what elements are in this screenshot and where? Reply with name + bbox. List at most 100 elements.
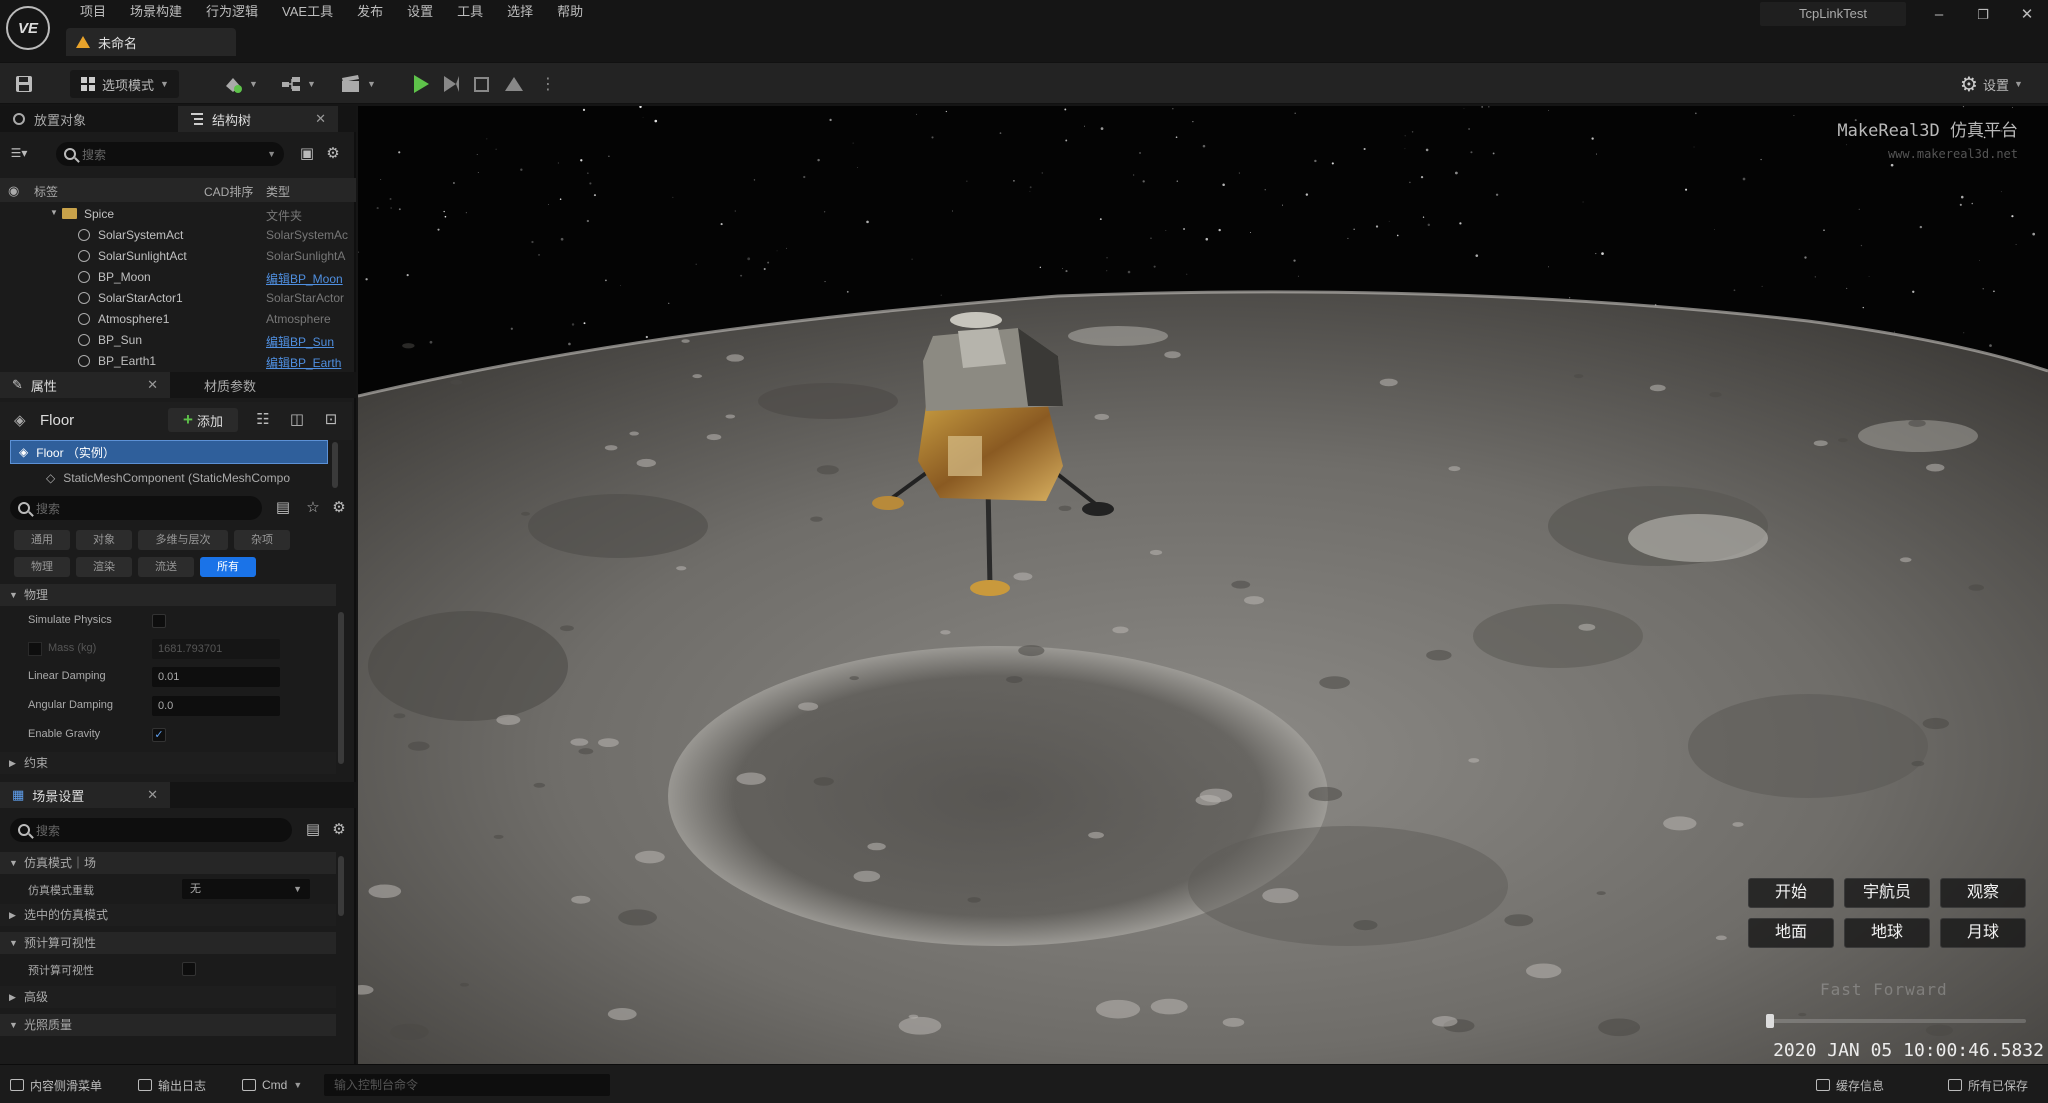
3d-viewport[interactable]: MakeReal3D 仿真平台 www.makereal3d.net 开始 宇航… [358,106,2048,1064]
play-button[interactable] [414,70,429,98]
outliner-row[interactable]: SolarSunlightAct SolarSunlightA [0,246,352,266]
ground-view-button[interactable]: 地面 [1748,918,1834,948]
plugin-label[interactable]: TcpLinkTest [1760,2,1906,26]
expand-arrow-icon[interactable]: ▼ [50,208,58,217]
gear-icon[interactable]: ⚙ [330,499,348,517]
content-drawer-button[interactable]: 内容侧滑菜单 [10,1075,102,1095]
enable-gravity-checkbox[interactable]: ✓ [152,728,166,742]
tab-world-settings[interactable]: ▦ 场景设置 ✕ [0,782,170,808]
filter-misc[interactable]: 杂项 [234,530,290,550]
lock-icon[interactable]: ⊡ [322,411,340,429]
save-status-button[interactable]: 所有已保存 [1948,1075,2028,1095]
world-settings-scrollbar[interactable] [338,856,344,916]
more-options-button[interactable]: ⋮ [540,70,556,98]
earth-view-button[interactable]: 地球 [1844,918,1930,948]
cmd-dropdown[interactable]: Cmd ▼ [242,1075,302,1095]
outliner-row[interactable]: BP_Moon 编辑BP_Moon [0,267,352,287]
cinematics-button[interactable]: ▼ [340,70,376,98]
filter-icon[interactable]: ☰▾ [10,144,28,162]
menu-select[interactable]: 选择 [495,2,545,22]
filter-all[interactable]: 所有 [200,557,256,577]
outliner-row[interactable]: Atmosphere1 Atmosphere [0,309,352,329]
settings-button[interactable]: ⚙ 设置 ▼ [1960,70,2023,98]
restore-button[interactable]: ❐ [1968,4,1998,26]
stop-button[interactable] [474,70,489,98]
edit-blueprint-link[interactable]: 编辑BP_Sun [266,333,352,350]
outliner-header-type[interactable]: 类型 [266,183,290,200]
outliner-search-input[interactable]: 搜索 ▼ [56,142,284,166]
section-sim-mode[interactable]: ▼ 仿真模式｜场 [0,852,336,874]
tab-details[interactable]: ✎ 属性 ✕ [0,372,170,398]
step-button[interactable] [444,70,459,98]
outliner-row[interactable]: SolarSystemAct SolarSystemAc [0,225,352,245]
menu-scene-build[interactable]: 场景构建 [118,2,194,22]
menu-project[interactable]: 项目 [68,2,118,22]
world-search-input[interactable]: 搜索 [10,818,292,842]
tab-material-params[interactable]: 材质参数 [170,372,320,398]
mode-dropdown[interactable]: 选项模式 ▼ [70,70,179,98]
section-physics[interactable]: ▼ 物理 [0,584,336,606]
property-matrix-icon[interactable]: ▤ [304,821,322,839]
tab-place-actors[interactable]: 放置对象 [0,106,178,132]
sim-mode-override-select[interactable]: 无 ▼ [182,879,310,899]
close-icon[interactable]: ✕ [315,111,326,127]
add-actor-button[interactable]: ▼ [222,70,258,98]
eject-button[interactable] [505,70,523,98]
angular-damping-input[interactable]: 0.0 [152,696,280,716]
outliner-header-label[interactable]: 标签 [34,183,58,200]
linear-damping-input[interactable]: 0.01 [152,667,280,687]
start-button[interactable]: 开始 [1748,878,1834,908]
tab-outliner[interactable]: 结构树 ✕ [178,106,338,132]
blueprint-button[interactable]: ▼ [280,70,316,98]
filter-multilevel[interactable]: 多维与层次 [138,530,228,550]
simulate-physics-checkbox[interactable] [152,614,166,628]
star-icon[interactable]: ☆ [304,499,322,517]
astronaut-view-button[interactable]: 宇航员 [1844,878,1930,908]
precompute-visibility-checkbox[interactable] [182,962,196,976]
menu-publish[interactable]: 发布 [345,2,395,22]
outliner-header-cad-sort[interactable]: CAD排序 [204,183,253,200]
output-log-button[interactable]: 输出日志 [138,1075,206,1095]
section-advanced[interactable]: ▶ 高级 [0,986,336,1008]
edit-blueprint-link[interactable]: 编辑BP_Moon [266,270,352,287]
components-scrollbar[interactable] [332,442,338,488]
property-matrix-icon[interactable]: ▤ [274,499,292,517]
close-icon[interactable]: ✕ [147,787,158,803]
filter-common[interactable]: 通用 [14,530,70,550]
section-selected-sim-mode[interactable]: ▶ 选中的仿真模式 [0,904,336,926]
layout-icon[interactable]: ◫ [288,411,306,429]
console-command-input[interactable]: 输入控制台命令 [324,1074,610,1096]
section-lightmass[interactable]: ▼ 光照质量 [0,1014,336,1036]
section-precompute-visibility[interactable]: ▼ 预计算可视性 [0,932,336,954]
add-component-button[interactable]: + 添加 [168,408,238,432]
outliner-row[interactable]: BP_Sun 编辑BP_Sun [0,330,352,350]
filter-object[interactable]: 对象 [76,530,132,550]
fast-forward-slider[interactable] [1770,1019,2026,1023]
observe-view-button[interactable]: 观察 [1940,878,2026,908]
filter-streaming[interactable]: 流送 [138,557,194,577]
menu-tools[interactable]: 工具 [445,2,495,22]
filter-physics[interactable]: 物理 [14,557,70,577]
add-folder-icon[interactable]: ▣ [298,145,316,163]
menu-settings[interactable]: 设置 [395,2,445,22]
close-button[interactable]: ✕ [2012,4,2042,26]
outliner-folder-row[interactable]: ▼ Spice 文件夹 [0,204,352,224]
section-constraints[interactable]: ▶ 约束 [0,752,336,774]
component-row-selected[interactable]: ◈ Floor （实例） [10,440,328,464]
component-row[interactable]: ◇ StaticMeshComponent (StaticMeshCompo [38,466,328,490]
edit-blueprint-link[interactable]: 编辑BP_Earth [266,354,352,371]
details-search-input[interactable]: 搜索 [10,496,262,520]
fast-forward-slider-thumb[interactable] [1766,1014,1774,1028]
close-icon[interactable]: ✕ [147,377,158,393]
document-tab[interactable]: 未命名 [66,28,236,56]
outliner-row[interactable]: BP_Earth1 编辑BP_Earth [0,351,352,371]
menu-behavior-logic[interactable]: 行为逻辑 [194,2,270,22]
menu-help[interactable]: 帮助 [545,2,595,22]
details-scrollbar[interactable] [338,612,344,764]
save-button[interactable] [14,70,34,98]
hierarchy-icon[interactable]: ☷ [254,411,272,429]
derived-data-button[interactable]: 缓存信息 [1816,1075,1884,1095]
menu-vae-tools[interactable]: VAE工具 [270,2,345,22]
moon-view-button[interactable]: 月球 [1940,918,2026,948]
outliner-row[interactable]: SolarStarActor1 SolarStarActor [0,288,352,308]
